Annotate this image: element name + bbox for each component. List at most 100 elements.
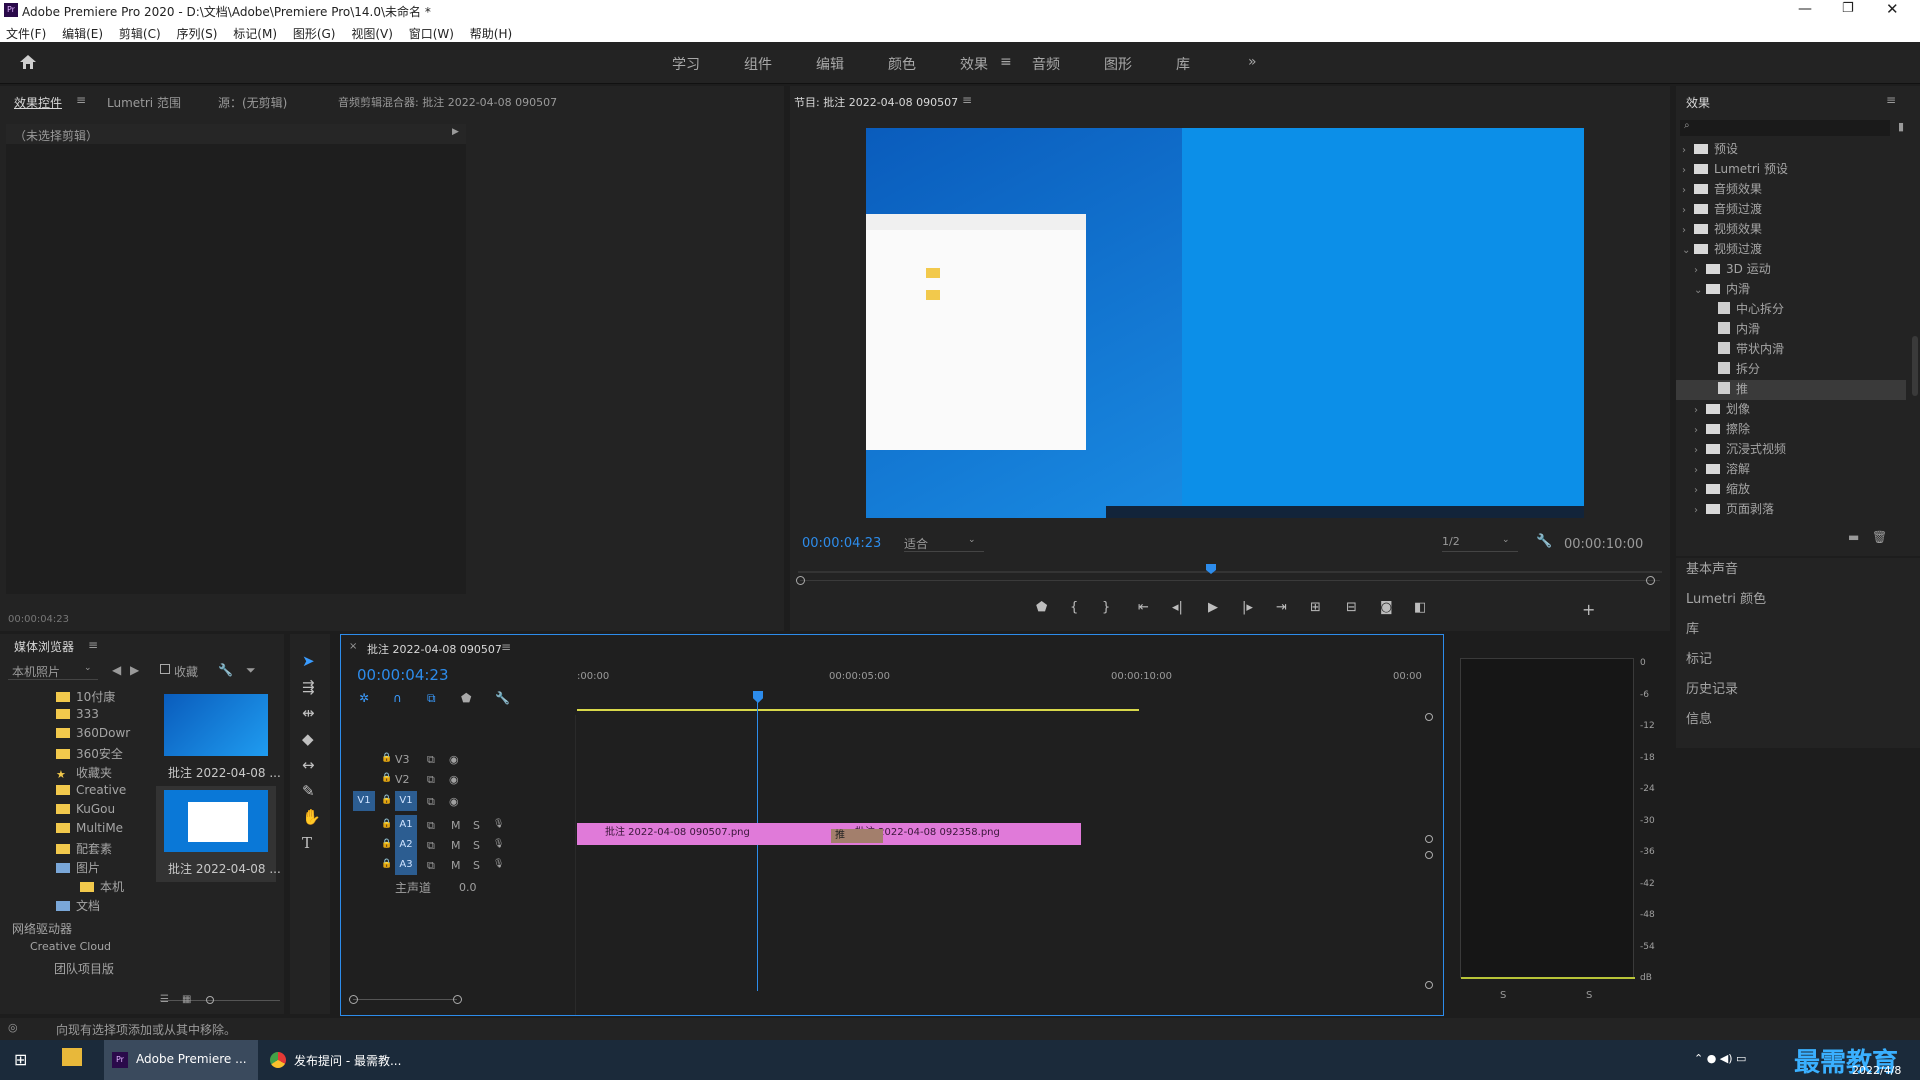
menu-sequence[interactable]: 序列(S) [176, 25, 217, 42]
lock-icon[interactable]: 🔒 [381, 753, 392, 763]
effects-tree-item[interactable]: › 页面剥落 [1676, 500, 1906, 520]
taskbar-chrome[interactable]: 发布提问 - 最需教... [262, 1040, 420, 1080]
icon-view-icon[interactable]: ▦ [182, 994, 191, 1005]
vscroll-handle[interactable] [1425, 981, 1433, 989]
lock-icon[interactable]: 🔒 [381, 819, 392, 829]
workspace-audio[interactable]: 音频 [1032, 54, 1060, 74]
panel-menu-icon[interactable]: ≡ [76, 93, 86, 107]
effects-tree-item[interactable]: › 溶解 [1676, 460, 1906, 480]
panel-essential-sound[interactable]: 基本声音 [1686, 558, 1738, 577]
panel-info[interactable]: 信息 [1686, 708, 1712, 727]
master-volume-value[interactable]: 0.0 [459, 881, 477, 894]
effects-tree-item[interactable]: › 音频过渡 [1676, 200, 1906, 220]
extract-icon[interactable]: ⊟ [1346, 600, 1357, 615]
track-select-tool-icon[interactable]: ⇶ [302, 678, 315, 696]
chevron-icon[interactable]: › [1694, 405, 1706, 416]
eye-icon[interactable]: ◉ [449, 753, 459, 766]
razor-tool-icon[interactable]: ◆ [302, 730, 314, 748]
lock-icon[interactable]: 🔒 [381, 795, 392, 805]
workspace-graphics[interactable]: 图形 [1104, 54, 1132, 74]
media-tree-network[interactable]: 网络驱动器 [12, 920, 72, 940]
media-tree-item[interactable]: Creative [56, 783, 126, 803]
add-button-icon[interactable]: + [1582, 600, 1595, 619]
sync-lock-icon[interactable]: ⧉ [427, 773, 435, 787]
workspace-menu-icon[interactable]: ≡ [1000, 54, 1012, 70]
resolution-dropdown[interactable]: 1/2 ⌄ [1442, 534, 1518, 552]
selection-tool-icon[interactable]: ➤ [302, 652, 315, 670]
mic-icon[interactable]: 🎙 [493, 839, 504, 849]
solo-button[interactable]: S [473, 819, 480, 832]
eye-icon[interactable]: ◉ [449, 773, 459, 786]
media-tree-item[interactable]: KuGou [56, 802, 115, 822]
chevron-icon[interactable]: › [1694, 465, 1706, 476]
close-button[interactable]: ✕ [1886, 0, 1899, 18]
sync-lock-icon[interactable]: ⧉ [427, 859, 435, 873]
taskbar-premiere[interactable]: Pr Adobe Premiere ... [104, 1040, 258, 1080]
ripple-edit-tool-icon[interactable]: ⇹ [302, 704, 315, 722]
track-label[interactable]: A3 [395, 855, 417, 875]
workspace-libraries[interactable]: 库 [1176, 54, 1190, 74]
chevron-icon[interactable]: › [1694, 485, 1706, 496]
transition-push[interactable]: 推 [831, 829, 883, 843]
menu-file[interactable]: 文件(F) [6, 25, 46, 42]
chevron-icon[interactable]: ⌄ [1682, 245, 1694, 256]
hscroll-handle-right[interactable] [453, 995, 462, 1004]
menu-view[interactable]: 视图(V) [351, 25, 393, 42]
slip-tool-icon[interactable]: ↔ [302, 756, 315, 774]
chevron-icon[interactable]: ⌄ [1694, 285, 1706, 296]
fit-dropdown[interactable]: 适合 ⌄ [904, 534, 984, 552]
workspace-color[interactable]: 颜色 [888, 54, 916, 74]
effects-tree-item[interactable]: › 擦除 [1676, 420, 1906, 440]
comparison-view-icon[interactable]: ◧ [1414, 600, 1426, 615]
home-icon[interactable] [18, 53, 38, 71]
filter-icon[interactable]: ⏷ [246, 663, 256, 678]
tab-audio-clip-mixer[interactable]: 音频剪辑混合器: 批注 2022-04-08 090507 [338, 94, 557, 110]
solo-button[interactable]: S [473, 859, 480, 872]
favorites-checkbox[interactable] [160, 664, 170, 674]
pen-tool-icon[interactable]: ✎ [302, 782, 315, 800]
mute-button[interactable]: M [451, 819, 461, 832]
menu-marker[interactable]: 标记(M) [233, 25, 277, 42]
effects-tree-item[interactable]: 中心拆分 [1676, 300, 1906, 320]
media-tree-item[interactable]: 333 [56, 707, 99, 727]
menu-window[interactable]: 窗口(W) [409, 25, 454, 42]
media-tree-item[interactable]: 图片 [56, 859, 100, 879]
sync-lock-icon[interactable]: ⧉ [427, 819, 435, 833]
step-back-icon[interactable]: ◂| [1172, 600, 1183, 615]
media-tree-item[interactable]: 配套素 [56, 840, 112, 860]
media-thumb[interactable]: 批注 2022-04-08 ... [160, 690, 281, 786]
go-to-in-icon[interactable]: ⇤ [1138, 600, 1149, 615]
media-tree-cloud[interactable]: Creative Cloud [30, 940, 111, 960]
timeline-ruler[interactable]: :00:00 00:00:05:00 00:00:10:00 00:00 [577, 671, 1433, 711]
solo-right-button[interactable]: S [1586, 990, 1592, 1001]
sync-lock-icon[interactable]: ⧉ [427, 753, 435, 767]
effects-tree-item[interactable]: › 音频效果 [1676, 180, 1906, 200]
chevron-icon[interactable]: › [1682, 205, 1694, 216]
export-frame-icon[interactable]: ◙ [1380, 600, 1393, 615]
hand-tool-icon[interactable]: ✋ [302, 808, 321, 826]
new-bin-icon[interactable]: ▮ [1898, 120, 1904, 133]
chevron-icon[interactable]: › [1694, 445, 1706, 456]
effects-tree-item[interactable]: 推 [1676, 380, 1906, 400]
vscroll-handle[interactable] [1425, 851, 1433, 859]
mark-in-icon[interactable]: { [1070, 600, 1078, 615]
delete-icon[interactable]: 🗑 [1872, 530, 1887, 544]
program-timecode[interactable]: 00:00:04:23 [802, 536, 881, 551]
hscroll-handle-left[interactable] [349, 995, 358, 1004]
workspace-editing[interactable]: 编辑 [816, 54, 844, 74]
solo-button[interactable]: S [473, 839, 480, 852]
panel-libraries[interactable]: 库 [1686, 618, 1699, 637]
media-tree-item[interactable]: 文档 [56, 897, 100, 917]
new-custom-bin-icon[interactable]: ▬ [1848, 530, 1859, 544]
effects-tree-item[interactable]: › 缩放 [1676, 480, 1906, 500]
media-browser-menu-icon[interactable]: ≡ [88, 638, 98, 652]
panel-lumetri-color[interactable]: Lumetri 颜色 [1686, 588, 1766, 607]
system-tray-icons[interactable]: ⌃ ● ◀) ▭ [1694, 1052, 1746, 1065]
vscroll-handle[interactable] [1425, 713, 1433, 721]
play-only-icon[interactable]: ▶ [452, 127, 459, 137]
chevron-icon[interactable]: › [1694, 505, 1706, 516]
effects-tree-item[interactable]: ⌄ 视频过渡 [1676, 240, 1906, 260]
chevron-icon[interactable]: › [1682, 165, 1694, 176]
zoom-handle-left[interactable] [796, 576, 805, 585]
effects-tree-item[interactable]: › 沉浸式视频 [1676, 440, 1906, 460]
